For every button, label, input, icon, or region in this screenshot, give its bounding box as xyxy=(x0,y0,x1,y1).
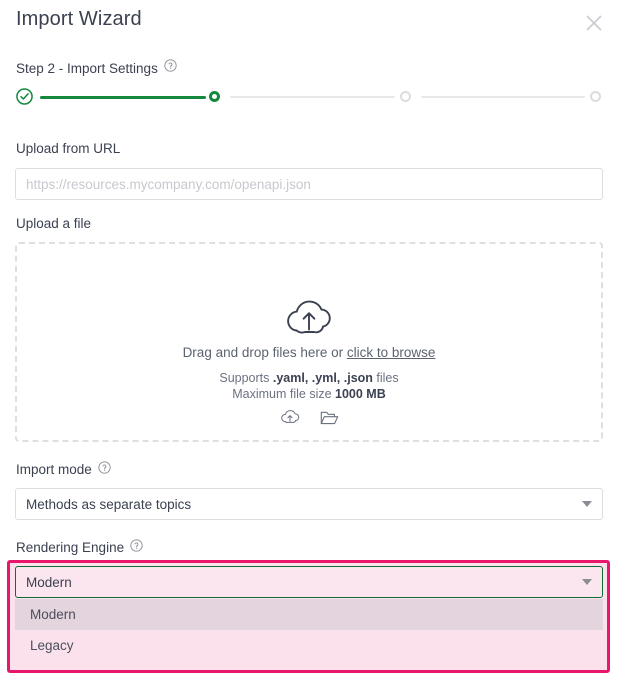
upload-file-label: Upload a file xyxy=(16,216,91,231)
option-legacy[interactable]: Legacy xyxy=(15,630,603,661)
import-mode-select[interactable]: Methods as separate topics xyxy=(15,488,603,520)
browse-link[interactable]: click to browse xyxy=(347,345,436,360)
option-modern[interactable]: Modern xyxy=(15,599,603,630)
help-circle-icon[interactable] xyxy=(98,461,111,477)
option-modern-label: Modern xyxy=(30,607,76,622)
maxsize-prefix: Maximum file size xyxy=(232,387,335,401)
supports-formats: .yaml, .yml, .json xyxy=(273,371,373,385)
cloud-upload-small-icon[interactable] xyxy=(280,410,300,431)
dropzone-maxsize: Maximum file size 1000 MB xyxy=(17,387,601,401)
close-button[interactable] xyxy=(581,10,607,36)
upload-file-label-text: Upload a file xyxy=(16,216,91,231)
dropzone-actions xyxy=(17,410,601,431)
supports-prefix: Supports xyxy=(219,371,273,385)
rendering-engine-label: Rendering Engine xyxy=(16,539,143,555)
step-connector-1 xyxy=(40,96,206,99)
help-circle-icon[interactable] xyxy=(164,59,177,77)
step-3-dot[interactable] xyxy=(400,91,411,102)
step-1-complete-icon[interactable] xyxy=(16,88,33,110)
chevron-down-icon xyxy=(582,579,592,585)
upload-url-label: Upload from URL xyxy=(16,141,120,156)
import-mode-value: Methods as separate topics xyxy=(26,497,582,512)
close-icon xyxy=(585,14,603,32)
step-label: Step 2 - Import Settings xyxy=(16,61,158,76)
rendering-engine-options: Modern Legacy xyxy=(15,599,603,661)
maxsize-value: 1000 MB xyxy=(335,387,386,401)
step-2-dot[interactable] xyxy=(209,91,220,102)
step-label-row: Step 2 - Import Settings xyxy=(16,59,177,77)
dialog-header: Import Wizard xyxy=(0,0,617,46)
help-circle-icon[interactable] xyxy=(130,539,143,555)
upload-url-label-text: Upload from URL xyxy=(16,141,120,156)
rendering-engine-value: Modern xyxy=(26,575,582,590)
import-mode-label: Import mode xyxy=(16,461,111,477)
file-dropzone[interactable]: Drag and drop files here or click to bro… xyxy=(15,242,603,442)
rendering-engine-select[interactable]: Modern xyxy=(15,566,603,598)
dropzone-instruction-text: Drag and drop files here or xyxy=(183,345,347,360)
step-connector-3 xyxy=(421,96,585,98)
step-connector-2 xyxy=(230,96,395,98)
dropzone-instruction: Drag and drop files here or click to bro… xyxy=(17,345,601,360)
step-4-dot[interactable] xyxy=(590,91,601,102)
upload-url-input[interactable] xyxy=(15,168,603,200)
chevron-down-icon xyxy=(582,501,592,507)
supports-suffix: files xyxy=(373,371,399,385)
rendering-engine-label-text: Rendering Engine xyxy=(16,540,124,555)
page-title: Import Wizard xyxy=(16,8,142,31)
option-legacy-label: Legacy xyxy=(30,638,74,653)
folder-open-icon[interactable] xyxy=(320,410,339,431)
cloud-upload-icon xyxy=(280,296,338,343)
dropzone-supports: Supports .yaml, .yml, .json files xyxy=(17,371,601,385)
import-mode-label-text: Import mode xyxy=(16,462,92,477)
progress-stepper xyxy=(14,86,603,108)
